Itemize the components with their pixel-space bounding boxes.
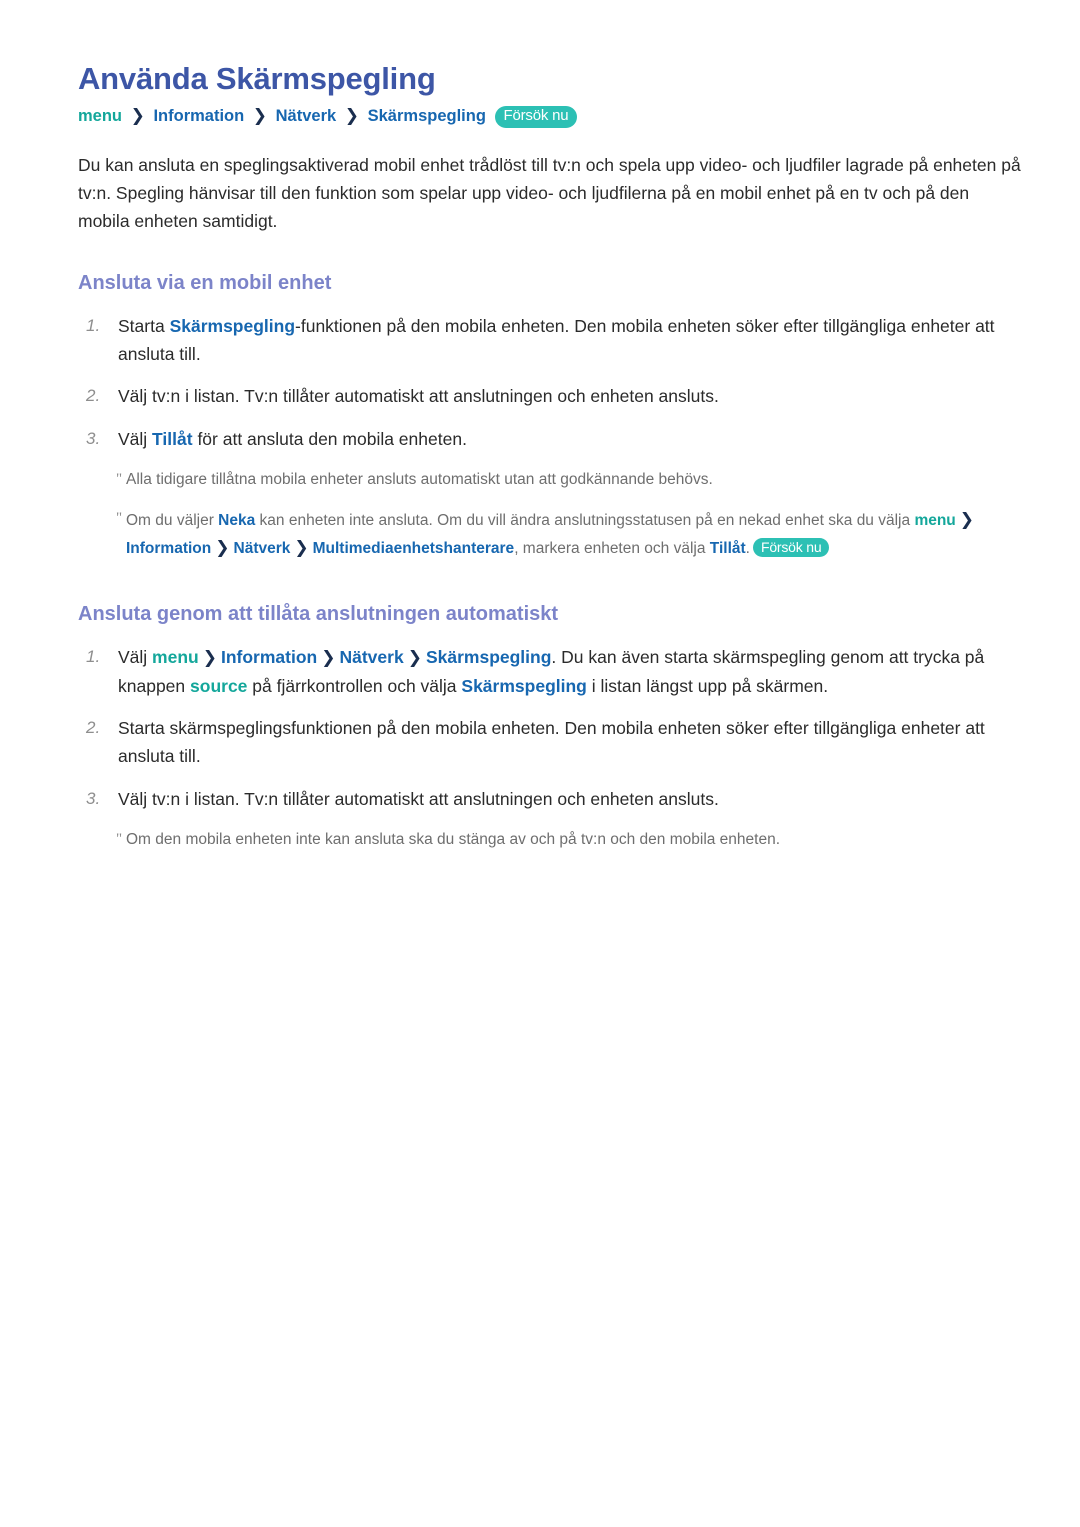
step-item: 3. Välj Tillåt för att ansluta den mobila… — [78, 425, 1022, 453]
step-number: 2. — [86, 386, 101, 406]
step-text: för att ansluta den mobila enheten. — [192, 428, 467, 449]
breadcrumb-item-skarmspegling[interactable]: Skärmspegling — [368, 107, 486, 125]
step-number: 3. — [86, 788, 101, 808]
note-keyword[interactable]: Neka — [218, 512, 255, 529]
step-text: Starta — [118, 315, 170, 336]
note-text: , markera enheten och välja — [514, 539, 710, 557]
step-item: 2. Starta skärmspeglingsfunktionen på den… — [78, 714, 1022, 771]
step-keyword-teal[interactable]: menu — [152, 647, 199, 667]
step-text: Välj — [118, 428, 153, 449]
try-now-badge[interactable]: Försök nu — [494, 105, 578, 128]
note-item: " Om du väljer Neka kan enheten inte ansl… — [78, 506, 1022, 561]
note-keyword[interactable]: Nätverk — [234, 540, 291, 557]
note-text: Alla tidigare tillåtna mobila enheter an… — [126, 467, 1006, 492]
page-title: Använda Skärmspegling — [78, 61, 436, 96]
step-keyword[interactable]: Information — [221, 647, 317, 667]
step-item: 2. Välj tv:n i listan. Tv:n tillåter auto… — [78, 382, 1022, 410]
note-keyword-teal[interactable]: menu — [914, 512, 955, 529]
step-keyword[interactable]: Skärmspegling — [170, 316, 295, 336]
breadcrumb-item-menu[interactable]: menu — [78, 107, 122, 125]
section-heading: Ansluta genom att tillåta anslutningen a… — [78, 603, 559, 626]
step-keyword[interactable]: Skärmspegling — [426, 647, 551, 667]
note-bullet-icon: " — [116, 831, 123, 847]
note-text: . — [745, 539, 750, 557]
note-item: " Alla tidigare tillåtna mobila enheter a… — [78, 467, 1022, 492]
step-list: 1. Starta Skärmspegling-funktionen på den… — [78, 312, 1022, 453]
breadcrumb-item-information[interactable]: Information — [153, 107, 244, 125]
chevron-right-icon: ❯ — [202, 648, 217, 668]
step-text: på fjärrkontrollen och välja — [247, 675, 462, 696]
step-text: Välj Tillåt för att ansluta den mobila e… — [118, 425, 1022, 453]
step-number: 2. — [86, 717, 101, 737]
breadcrumb-item-natverk[interactable]: Nätverk — [276, 107, 337, 125]
step-number: 1. — [86, 647, 101, 667]
step-text: Välj tv:n i listan. Tv:n tillåter automa… — [118, 785, 1022, 813]
note-list: " Alla tidigare tillåtna mobila enheter a… — [78, 467, 1022, 561]
step-item: 3. Välj tv:n i listan. Tv:n tillåter auto… — [78, 785, 1022, 813]
step-text: Välj — [118, 647, 153, 668]
note-list: " Om den mobila enheten inte kan ansluta … — [78, 827, 1022, 852]
note-keyword[interactable]: Multimediaenhetshanterare — [313, 540, 515, 557]
note-bullet-icon: " — [116, 470, 123, 487]
step-text: Starta Skärmspegling-funktionen på den m… — [118, 312, 1022, 369]
step-keyword[interactable]: Nätverk — [339, 647, 403, 667]
step-text: Välj tv:n i listan. Tv:n tillåter automa… — [118, 788, 719, 809]
note-text: Om den mobila enheten inte kan ansluta s… — [126, 827, 1006, 852]
note-keyword[interactable]: Information — [126, 540, 211, 557]
step-text: i listan längst upp på skärmen. — [586, 675, 829, 696]
note-text: kan enheten inte ansluta. Om du vill änd… — [255, 512, 915, 530]
step-text: Välj tv:n i listan. Tv:n tillåter automa… — [118, 386, 719, 407]
note-text: Alla tidigare tillåtna mobila enheter an… — [126, 470, 713, 488]
try-now-badge[interactable]: Försök nu — [752, 537, 830, 557]
breadcrumb: menu ❯ Information ❯ Nätverk ❯ Skärmspeg… — [78, 103, 1022, 129]
chevron-right-icon: ❯ — [130, 105, 145, 125]
note-text: Om den mobila enheten inte kan ansluta s… — [126, 831, 781, 848]
step-list: 1. Välj menu ❯ Information ❯ Nätverk ❯ Skärmspe… — [78, 643, 1022, 813]
chevron-right-icon: ❯ — [344, 105, 360, 125]
chevron-right-icon: ❯ — [252, 105, 268, 125]
chevron-right-icon: ❯ — [294, 537, 309, 557]
chevron-right-icon: ❯ — [321, 648, 336, 668]
sections-container: Ansluta via en mobil enhet 1. Starta Skärm… — [78, 270, 1022, 853]
step-keyword[interactable]: Skärmspegling — [461, 676, 586, 696]
step-text: Starta skärmspeglingsfunktionen på den m… — [118, 714, 1022, 771]
step-text: Välj tv:n i listan. Tv:n tillåter automa… — [118, 382, 1022, 410]
chevron-right-icon: ❯ — [215, 537, 230, 557]
section-heading: Ansluta via en mobil enhet — [78, 271, 332, 294]
note-text: Om du väljer — [126, 512, 219, 530]
note-item: " Om den mobila enheten inte kan ansluta … — [78, 827, 1022, 852]
step-text: Starta skärmspeglingsfunktionen på den m… — [118, 717, 985, 767]
note-bullet-icon: " — [116, 510, 123, 527]
step-keyword[interactable]: Tillåt — [152, 429, 193, 449]
intro-paragraph: Du kan ansluta en speglingsaktiverad mob… — [78, 154, 1021, 232]
step-text: Välj menu ❯ Information ❯ Nätverk ❯ Skärmspegl… — [118, 643, 1022, 700]
step-item: 1. Välj menu ❯ Information ❯ Nätverk ❯ Skärmspe… — [78, 643, 1022, 700]
chevron-right-icon: ❯ — [959, 510, 975, 530]
note-keyword[interactable]: Tillåt — [710, 540, 746, 557]
note-text: Om du väljer Neka kan enheten inte anslu… — [126, 506, 1006, 561]
chevron-right-icon: ❯ — [407, 648, 422, 668]
step-number: 3. — [86, 428, 101, 448]
step-item: 1. Starta Skärmspegling-funktionen på den… — [78, 312, 1022, 369]
document-page: Använda Skärmspegling menu ❯ Information… — [0, 0, 1080, 1527]
step-number: 1. — [86, 315, 101, 335]
step-keyword-teal[interactable]: source — [190, 676, 247, 696]
